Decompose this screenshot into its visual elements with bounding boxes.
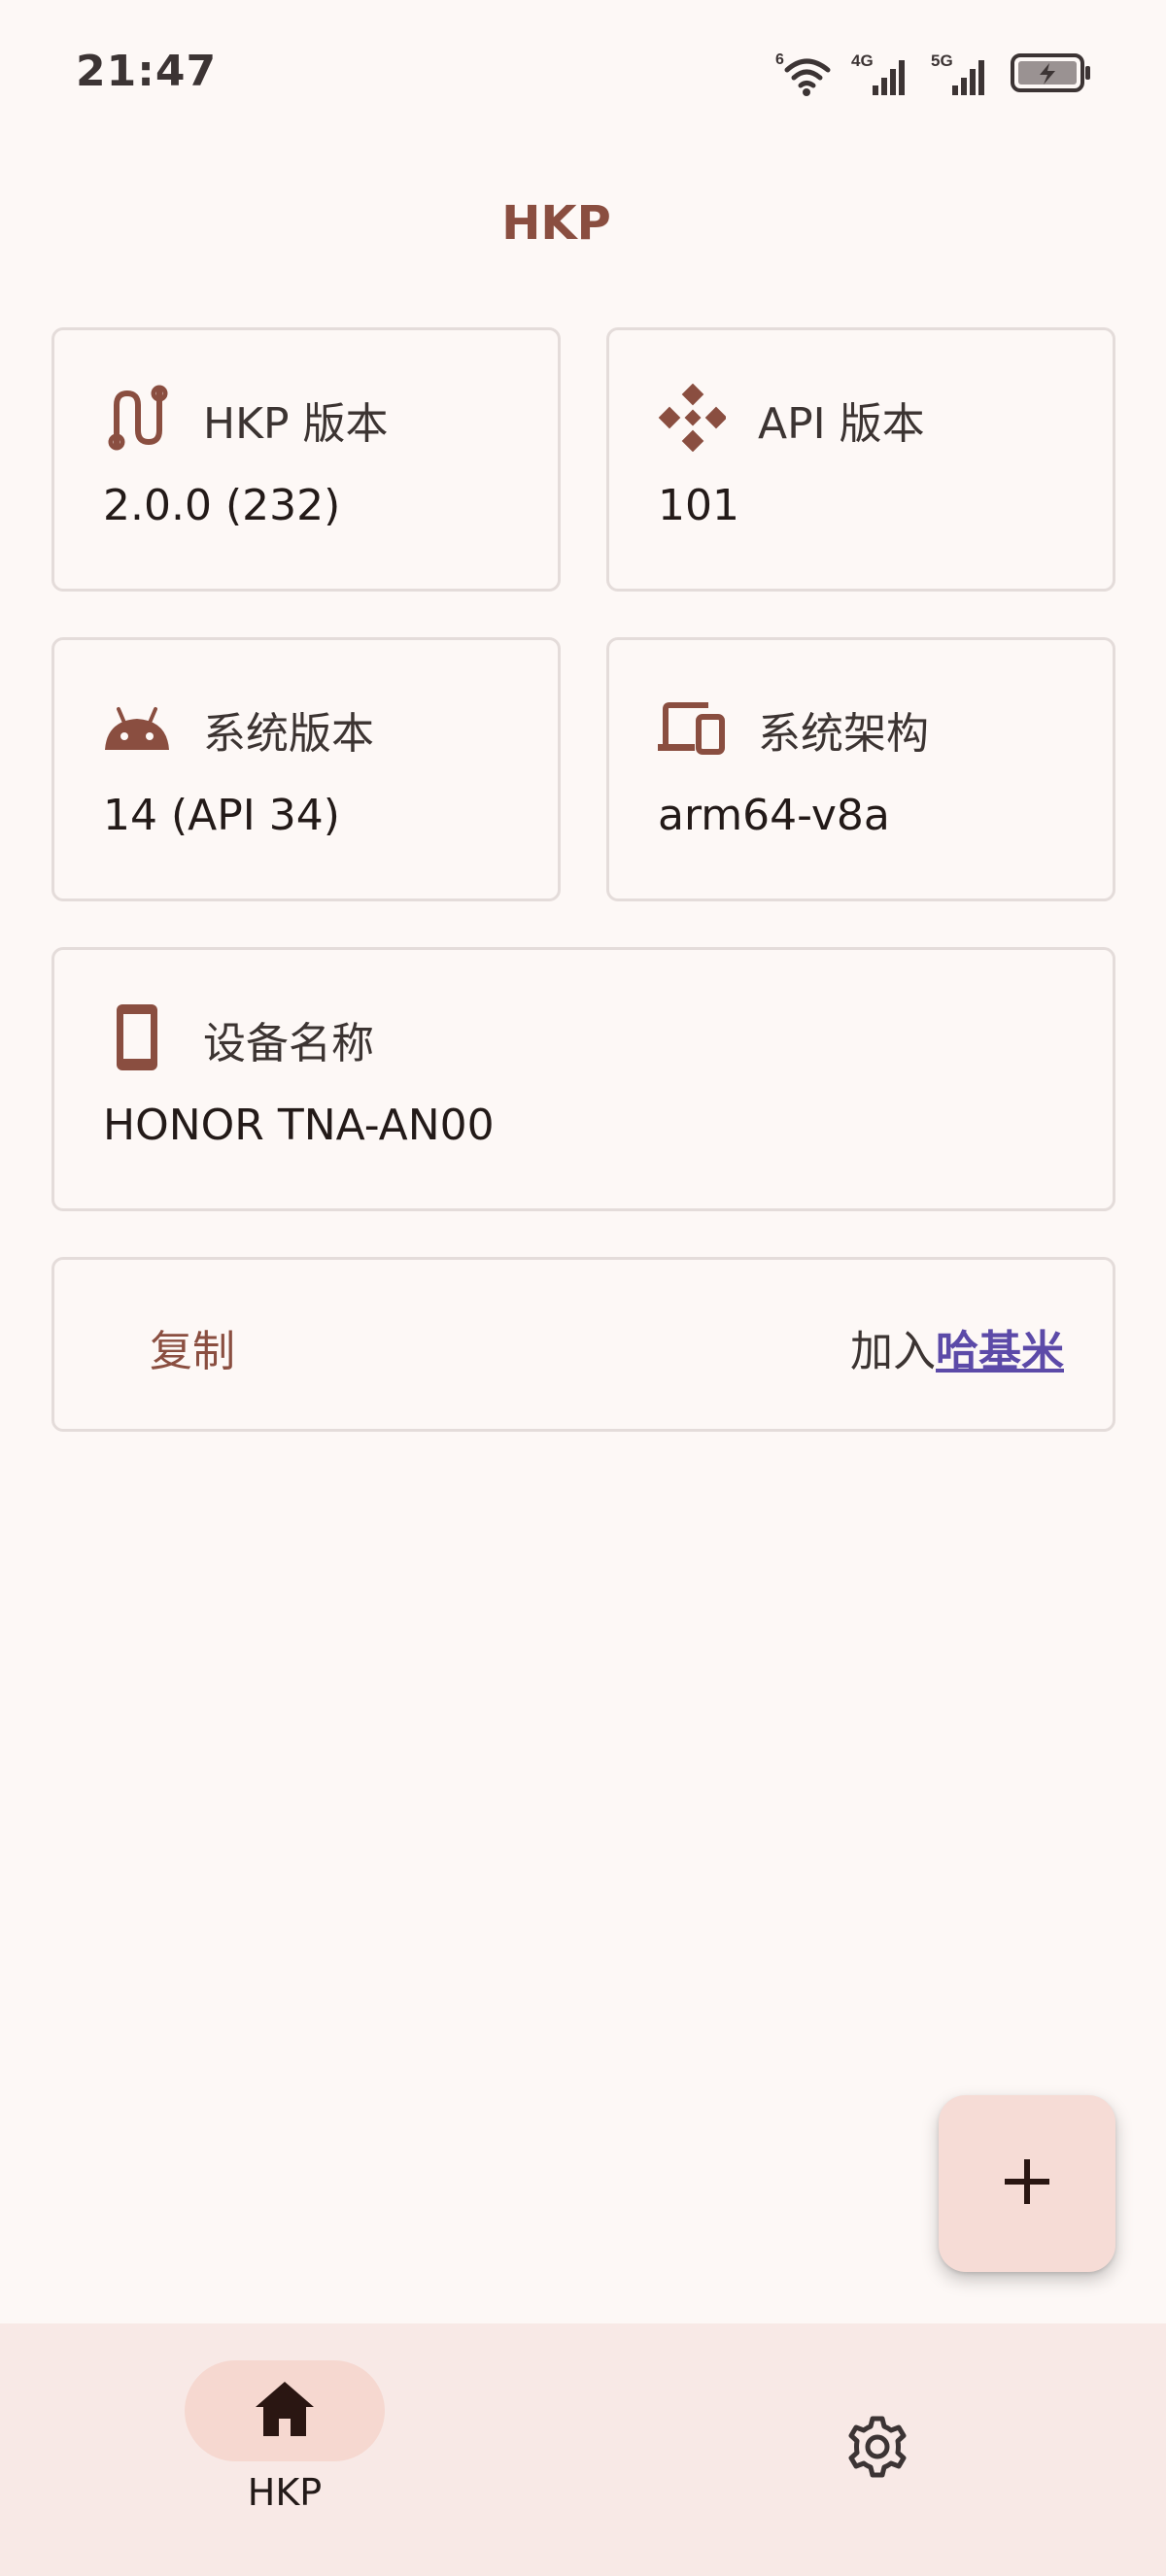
status-time: 21:47: [76, 47, 218, 96]
device-name-label: 设备名称: [203, 1019, 374, 1068]
battery-charging-icon: [1011, 51, 1092, 94]
hkp-version-card: HKP 版本 2.0.0 (232): [51, 327, 561, 592]
signal-4g-icon: 4G: [851, 49, 913, 97]
add-fab-button[interactable]: [939, 2095, 1115, 2272]
android-icon: [103, 694, 171, 762]
action-card: 复制 加入哈基米: [51, 1257, 1115, 1432]
copy-button[interactable]: 复制: [150, 1316, 235, 1378]
status-icons: 6 4G 5G: [775, 47, 1092, 99]
system-arch-card: 系统架构 arm64-v8a: [606, 637, 1115, 901]
system-arch-label: 系统架构: [758, 709, 929, 759]
system-version-value: 14 (API 34): [103, 791, 340, 840]
route-icon: [103, 384, 171, 452]
join-group-text: 加入哈基米: [850, 1316, 1064, 1378]
system-arch-value: arm64-v8a: [658, 791, 890, 840]
bottom-navigation: HKP: [0, 2323, 1166, 2576]
page-title: HKP: [501, 196, 611, 251]
gear-icon: [845, 2415, 909, 2479]
wifi-tag-text: 6: [775, 51, 784, 68]
wifi-6-icon: 6: [775, 49, 834, 97]
plus-icon: [1002, 2156, 1052, 2211]
net-5g-text: 5G: [931, 51, 953, 70]
devices-icon: [658, 694, 726, 762]
status-bar: 21:47 6 4G 5G: [0, 0, 1166, 146]
diamond-grid-icon: [658, 384, 726, 452]
nav-item-hkp-label: HKP: [247, 2471, 323, 2514]
device-name-card: 设备名称 HONOR TNA-AN00: [51, 947, 1115, 1211]
home-icon: [254, 2380, 316, 2442]
join-prefix: 加入: [850, 1327, 936, 1376]
api-version-label: API 版本: [758, 399, 925, 449]
nav-item-hkp[interactable]: HKP: [0, 2323, 583, 2576]
signal-5g-icon: 5G: [931, 49, 993, 97]
net-4g-text: 4G: [851, 51, 874, 70]
api-version-card: API 版本 101: [606, 327, 1115, 592]
system-version-card: 系统版本 14 (API 34): [51, 637, 561, 901]
phone-icon: [103, 1003, 171, 1071]
nav-active-indicator: [185, 2360, 385, 2461]
hkp-version-value: 2.0.0 (232): [103, 481, 341, 530]
api-version-value: 101: [658, 481, 739, 530]
system-version-label: 系统版本: [203, 709, 374, 759]
device-name-value: HONOR TNA-AN00: [103, 1101, 495, 1150]
join-group-link[interactable]: 哈基米: [936, 1327, 1064, 1376]
hkp-version-label: HKP 版本: [203, 399, 389, 449]
nav-item-settings[interactable]: [583, 2323, 1166, 2576]
